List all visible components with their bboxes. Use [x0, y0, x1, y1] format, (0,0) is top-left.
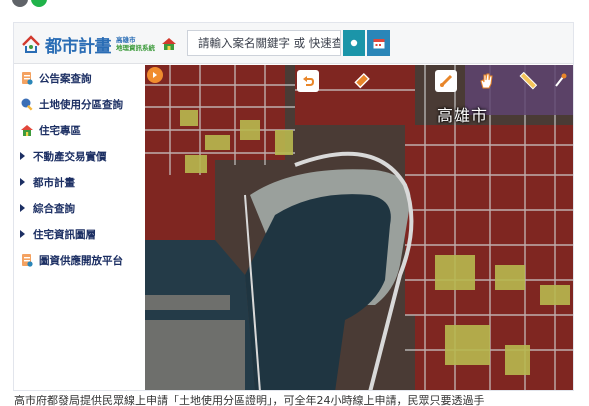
logo-mark-icon: [22, 35, 40, 53]
triangle-icon: [20, 178, 25, 186]
map-city-label: 高雄市: [437, 106, 489, 125]
sidebar-item-open-data-platform[interactable]: 圖資供應開放平台: [20, 250, 123, 270]
sidebar-item-real-estate-prices[interactable]: 不動產交易實價: [20, 146, 107, 166]
header-bar: 都市計畫 高雄市 地理資訊系統 請輸入案名關鍵字 或 快速查: [14, 23, 573, 64]
document-icon: [22, 254, 33, 267]
sidebar-menu: 公告案查詢 土地使用分區查詢 住宅專區 不動產交易實價 都市計畫 綜合查詢 住宅…: [14, 65, 145, 390]
collapse-arrow-icon: [153, 72, 157, 78]
search-button[interactable]: [343, 30, 365, 56]
back-icon: [303, 76, 315, 86]
map-canvas[interactable]: [145, 65, 574, 391]
sidebar-item-housing-layers[interactable]: 住宅資訊圖層: [20, 224, 96, 244]
port-docks: [145, 295, 245, 390]
triangle-icon: [20, 230, 25, 238]
search-input[interactable]: 請輸入案名關鍵字 或 快速查: [187, 30, 341, 56]
measure-button[interactable]: [435, 70, 457, 92]
sidebar-item-land-zoning-query[interactable]: 土地使用分區查詢: [20, 94, 123, 114]
house-icon: [21, 125, 33, 136]
collapse-sidebar-button[interactable]: [147, 67, 163, 83]
ruler-button[interactable]: [517, 70, 539, 92]
pin-button[interactable]: [550, 70, 572, 92]
window-dot-gray: [12, 0, 28, 7]
sidebar-item-urban-plan[interactable]: 都市計畫: [20, 172, 75, 192]
triangle-icon: [20, 204, 25, 212]
gis-window: 都市計畫 高雄市 地理資訊系統 請輸入案名關鍵字 或 快速查 公告案查詢 土地使…: [13, 22, 574, 391]
map-view[interactable]: 高雄市: [145, 65, 574, 391]
eraser-button[interactable]: [350, 70, 372, 92]
pan-button[interactable]: [475, 70, 497, 92]
magnifier-icon: [21, 98, 33, 111]
sidebar-item-housing-zone[interactable]: 住宅專區: [20, 120, 81, 140]
logo-subtitle: 高雄市 地理資訊系統: [116, 36, 155, 52]
site-logo[interactable]: 都市計畫 高雄市 地理資訊系統: [20, 30, 178, 58]
document-icon: [22, 72, 33, 85]
sidebar-item-combined-query[interactable]: 綜合查詢: [20, 198, 75, 218]
pin-icon: [555, 73, 567, 87]
calendar-button[interactable]: [367, 30, 390, 56]
triangle-icon: [20, 152, 25, 160]
calendar-icon: [373, 38, 384, 48]
logo-title: 都市計畫: [45, 36, 112, 57]
ruler-icon: [519, 72, 537, 90]
search-icon: [350, 39, 358, 47]
search-placeholder: 請輸入案名關鍵字 或 快速查: [198, 36, 341, 50]
eraser-icon: [354, 72, 370, 89]
measure-icon: [439, 74, 453, 88]
caption-text: 高市府都發局提供民眾線上申請「土地使用分區證明」，可全年24小時線上申請，民眾只…: [14, 395, 485, 406]
sidebar-item-announcement-query[interactable]: 公告案查詢: [20, 68, 92, 88]
window-dot-green: [31, 0, 47, 7]
pan-hand-icon: [480, 73, 493, 89]
back-button[interactable]: [297, 70, 319, 92]
logo-house-icon: [162, 38, 176, 50]
